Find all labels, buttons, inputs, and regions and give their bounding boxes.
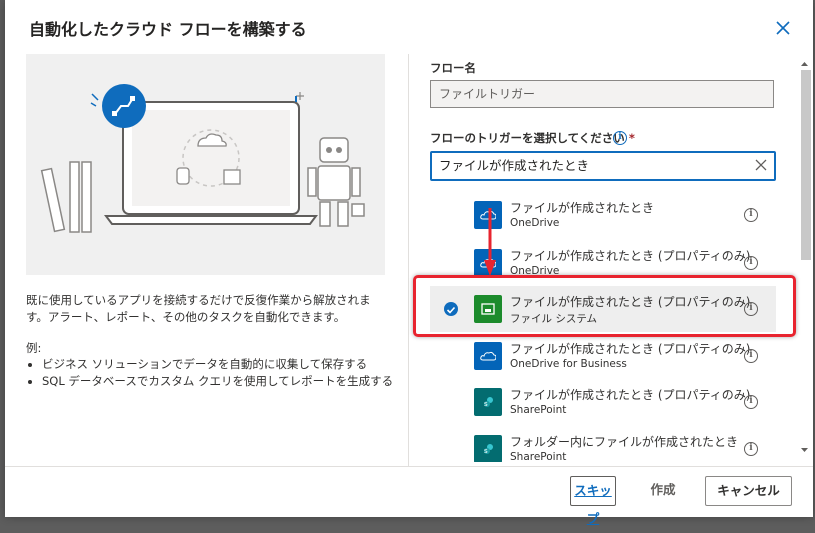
example-item: SQL データベースでカスタム クエリを使用してレポートを生成する [42,373,393,390]
trigger-label-text: フローのトリガーを選択してください [430,131,625,145]
sharepoint-icon: s [474,388,502,416]
trigger-item[interactable]: s フォルダー内にファイルが作成されたとき SharePoint i [430,426,776,462]
footer-divider [5,466,813,467]
required-mark: * [628,131,635,145]
skip-button[interactable]: スキップ [570,476,616,526]
create-button[interactable]: 作成 [632,476,694,506]
examples-list: ビジネス ソリューションでデータを自動的に収集して保存する SQL データベース… [26,356,393,390]
clear-search-icon[interactable] [754,158,768,172]
flow-name-label: フロー名 [430,61,476,75]
trigger-info-icon[interactable]: i [744,395,758,409]
trigger-info-icon[interactable]: i [613,131,627,145]
dialog-title: 自動化したクラウド フローを構築する [29,20,307,39]
example-item: ビジネス ソリューションでデータを自動的に収集して保存する [42,356,393,373]
trigger-item[interactable]: s ファイルが作成されたとき (プロパティのみ) SharePoint i [430,379,776,425]
illustration [26,54,385,275]
trigger-name: フォルダー内にファイルが作成されたとき [510,435,739,449]
cancel-button[interactable]: キャンセル [705,476,792,506]
trigger-connector: SharePoint [510,404,567,416]
trigger-info-icon[interactable]: i [744,208,758,222]
trigger-name: ファイルが作成されたとき (プロパティのみ) [510,342,751,356]
trigger-search-value: ファイルが作成されたとき [439,158,590,173]
trigger-connector: OneDrive for Business [510,358,627,370]
trigger-item[interactable]: ファイルが作成されたとき (プロパティのみ) OneDrive for Busi… [430,333,776,379]
svg-text:s: s [484,400,488,408]
trigger-connector: SharePoint [510,451,567,462]
trigger-name: ファイルが作成されたとき (プロパティのみ) [510,249,751,263]
scrollbar-thumb[interactable] [801,70,811,260]
laptop-illustration [40,84,365,233]
trigger-info-icon[interactable]: i [744,442,758,456]
create-flow-dialog: 自動化したクラウド フローを構築する 既に使用しているアプリを接続するだけで反復… [5,0,813,526]
flow-name-input[interactable]: ファイルトリガー [430,80,774,108]
onedrive-business-icon [474,342,502,370]
trigger-name: ファイルが作成されたとき (プロパティのみ) [510,388,751,402]
dialog-description: 既に使用しているアプリを接続するだけで反復作業から解放されます。アラート、レポー… [26,293,371,324]
trigger-name: ファイルが作成されたとき [510,201,655,215]
trigger-item[interactable]: ファイルが作成されたとき OneDrive i [430,192,776,238]
trigger-info-icon[interactable]: i [744,256,758,270]
sharepoint-icon: s [474,435,502,462]
trigger-search-input[interactable]: ファイルが作成されたとき [430,151,776,181]
trigger-label: フローのトリガーを選択してください * [430,130,635,146]
red-arrow-icon [484,208,496,276]
svg-text:s: s [484,447,488,455]
trigger-connector: OneDrive [510,217,560,229]
close-icon[interactable] [775,20,791,36]
selection-highlight-box [413,275,796,337]
examples-title: 例: [26,341,42,355]
trigger-info-icon[interactable]: i [744,349,758,363]
column-divider [408,54,409,466]
